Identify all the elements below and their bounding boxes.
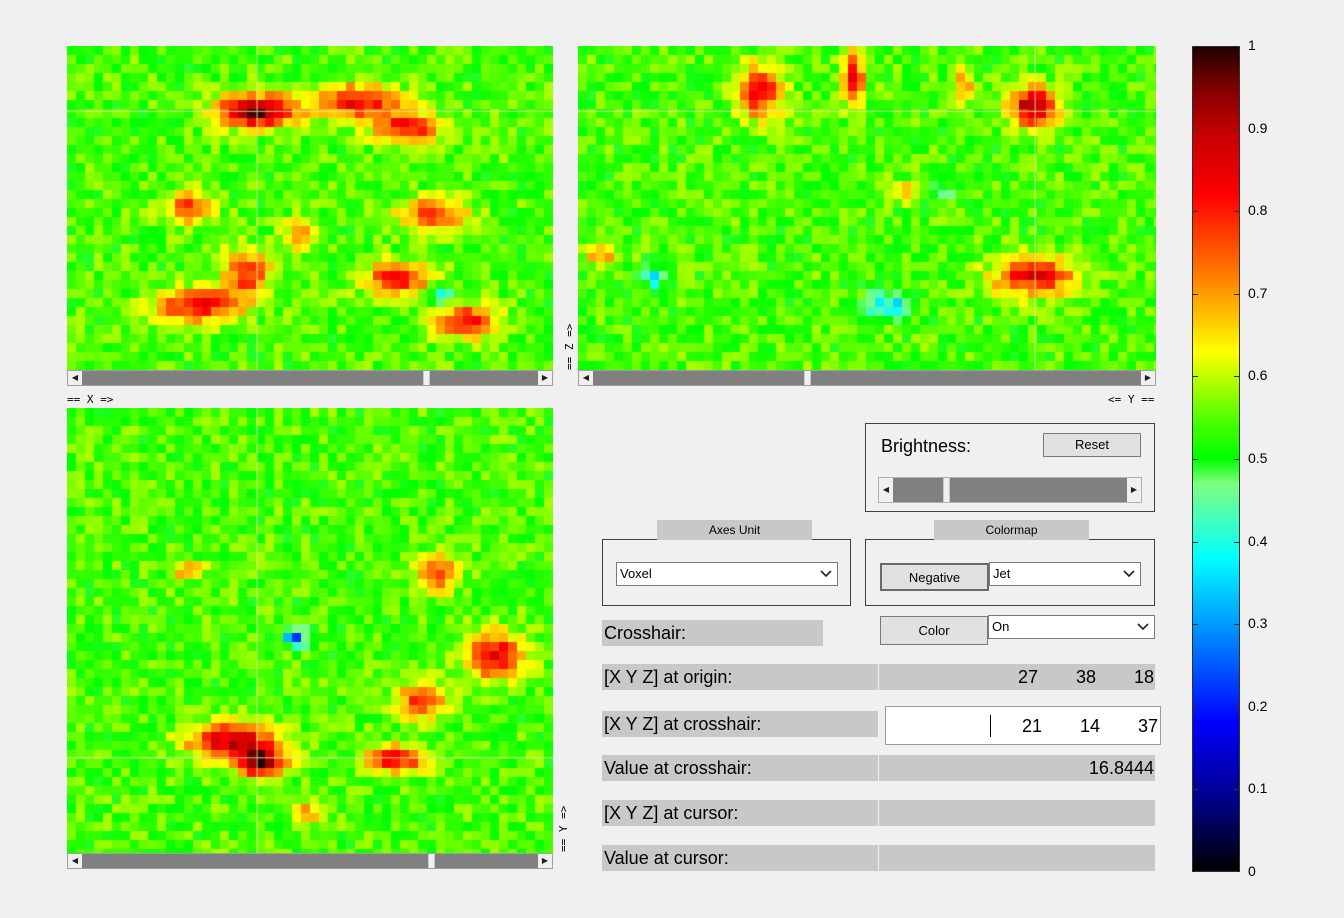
scroll-right-arrow-icon[interactable]: ▶	[538, 854, 552, 868]
brightness-slider-thumb[interactable]	[942, 478, 950, 502]
brightness-panel: Brightness: Reset ◀ ▶	[865, 423, 1155, 512]
crosshair-label: Crosshair:	[602, 620, 823, 646]
y-reversed-axis-label: <= Y ==	[1108, 393, 1155, 406]
origin-value-box: 27 38 18	[879, 664, 1155, 690]
x-axis-label: == X =>	[67, 393, 114, 406]
crosshair-color-button[interactable]: Color	[880, 616, 988, 645]
colorbar-tick	[1234, 789, 1240, 791]
value-crosshair-box: 16.8444	[879, 755, 1155, 781]
crosshair-y: 14	[1079, 716, 1100, 736]
colorbar-tick	[1192, 46, 1198, 47]
colorbar-tick	[1192, 293, 1198, 295]
colorbar-tick	[1192, 211, 1198, 213]
axes-unit-value: Voxel	[620, 566, 652, 581]
y-axis-label: == Y =>	[557, 805, 570, 852]
origin-x: 27	[1017, 667, 1038, 687]
brightness-slider[interactable]: ◀ ▶	[878, 477, 1142, 503]
colormap-title: Colormap	[934, 520, 1089, 540]
colorbar	[1192, 46, 1240, 872]
colorbar-tick	[1234, 706, 1240, 708]
origin-y: 38	[1075, 667, 1096, 687]
sagittal-view[interactable]	[578, 46, 1156, 370]
negative-button[interactable]: Negative	[880, 563, 989, 591]
crosshair-value: On	[992, 619, 1010, 634]
colorbar-tick-label: 1	[1248, 37, 1256, 53]
text-caret	[990, 715, 991, 737]
brightness-label: Brightness:	[881, 436, 972, 456]
value-crosshair: 16.8444	[1088, 758, 1154, 778]
value-cursor-label: Value at cursor:	[602, 845, 878, 871]
slider-right-arrow-icon[interactable]: ▶	[1127, 478, 1141, 502]
colorbar-tick	[1234, 541, 1240, 543]
coronal-view[interactable]	[67, 408, 553, 853]
colorbar-tick	[1234, 376, 1240, 378]
coronal-slice-scrollbar[interactable]: ◀ ▶	[67, 853, 553, 869]
colorbar-tick	[1234, 871, 1240, 872]
value-cursor-box	[879, 845, 1155, 871]
colorbar-tick-label: 0.2	[1248, 697, 1268, 714]
crosshair-select[interactable]: On	[988, 615, 1155, 639]
colorbar-tick	[1192, 128, 1198, 130]
axial-slice-scrollbar[interactable]: ◀ ▶	[67, 370, 553, 386]
chevron-down-icon	[1123, 570, 1135, 578]
scroll-right-arrow-icon[interactable]: ▶	[538, 371, 552, 385]
colorbar-tick-label: 0	[1248, 863, 1256, 879]
colorbar-tick	[1234, 459, 1240, 460]
scroll-thumb[interactable]	[803, 371, 811, 385]
axes-unit-select[interactable]: Voxel	[616, 562, 838, 586]
colorbar-tick-label: 0.8	[1248, 202, 1268, 219]
scroll-right-arrow-icon[interactable]: ▶	[1141, 371, 1155, 385]
colorbar-tick	[1192, 871, 1198, 872]
colorbar-tick	[1234, 211, 1240, 213]
colorbar-tick	[1192, 624, 1198, 626]
colorbar-tick-label: 0.3	[1248, 615, 1268, 632]
crosshair-position-label: [X Y Z] at crosshair:	[602, 711, 878, 737]
scroll-left-arrow-icon[interactable]: ◀	[68, 371, 82, 385]
colorbar-tick	[1234, 46, 1240, 47]
sagittal-slice-scrollbar[interactable]: ◀ ▶	[578, 370, 1156, 386]
cursor-position-label: [X Y Z] at cursor:	[602, 800, 878, 826]
reset-button[interactable]: Reset	[1043, 433, 1141, 457]
scroll-left-arrow-icon[interactable]: ◀	[579, 371, 593, 385]
colorbar-tick	[1192, 706, 1198, 708]
colormap-value: Jet	[993, 566, 1011, 581]
crosshair-z: 37	[1137, 716, 1158, 736]
colorbar-tick-label: 0.9	[1248, 119, 1268, 136]
colorbar-tick	[1234, 128, 1240, 130]
cursor-position-box	[879, 800, 1155, 826]
colorbar-tick-label: 0.6	[1248, 367, 1268, 384]
colorbar-tick-label: 0.1	[1248, 780, 1268, 797]
value-crosshair-label: Value at crosshair:	[602, 755, 878, 781]
chevron-down-icon	[1137, 623, 1149, 631]
colorbar-tick-label: 0.7	[1248, 284, 1268, 301]
origin-label: [X Y Z] at origin:	[602, 664, 878, 690]
colorbar-tick-label: 0.5	[1248, 450, 1268, 466]
colorbar-tick	[1192, 541, 1198, 543]
slider-left-arrow-icon[interactable]: ◀	[879, 478, 893, 502]
colorbar-tick	[1192, 459, 1198, 460]
crosshair-position-input[interactable]: 21 14 37	[885, 706, 1161, 745]
colormap-select[interactable]: Jet	[989, 562, 1141, 586]
axes-unit-panel: Voxel	[602, 539, 851, 606]
origin-z: 18	[1133, 667, 1154, 687]
axial-view[interactable]	[67, 46, 553, 370]
colorbar-tick	[1234, 624, 1240, 626]
colorbar-tick	[1192, 789, 1198, 791]
crosshair-x: 21	[1021, 716, 1042, 736]
colorbar-tick	[1192, 376, 1198, 378]
axes-unit-title: Axes Unit	[657, 520, 812, 540]
colorbar-tick	[1234, 293, 1240, 295]
scroll-left-arrow-icon[interactable]: ◀	[68, 854, 82, 868]
z-axis-label: == Z =>	[563, 323, 576, 370]
scroll-thumb[interactable]	[427, 854, 435, 868]
colormap-panel: Negative Jet	[865, 539, 1155, 606]
chevron-down-icon	[820, 570, 832, 578]
scroll-thumb[interactable]	[423, 371, 431, 385]
colorbar-tick-label: 0.4	[1248, 532, 1268, 549]
